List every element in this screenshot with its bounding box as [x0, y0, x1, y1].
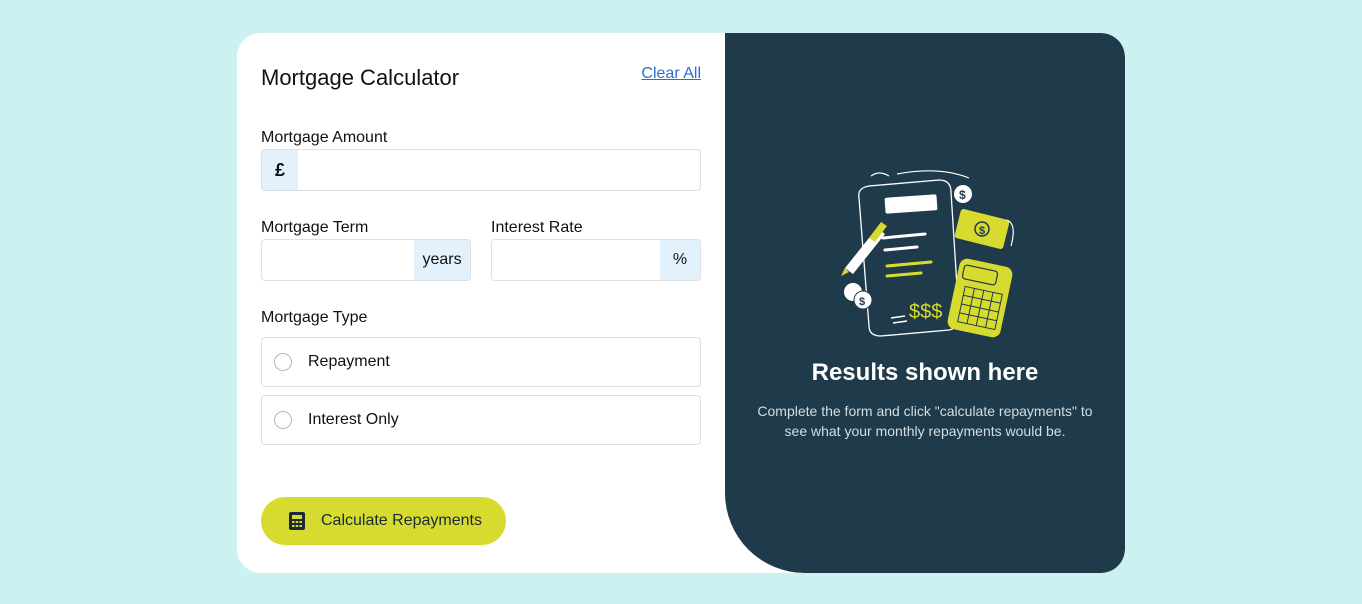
mortgage-amount-label: Mortgage Amount: [261, 129, 388, 146]
mortgage-amount-input[interactable]: [298, 150, 700, 190]
calculate-repayments-label: Calculate Repayments: [321, 512, 482, 529]
radio-option-repayment[interactable]: Repayment: [261, 337, 701, 387]
percent-suffix: %: [660, 240, 700, 280]
results-title: Results shown here: [811, 359, 1039, 386]
svg-text:$: $: [959, 188, 966, 202]
mortgage-term-input[interactable]: [262, 240, 414, 280]
results-panel: $$$ $ $ $ Results shown here Complete th…: [725, 33, 1125, 573]
mortgage-amount-field: £: [261, 149, 701, 191]
clear-all-link[interactable]: Clear All: [641, 65, 701, 83]
page-title: Mortgage Calculator: [261, 65, 460, 90]
currency-prefix: £: [262, 150, 298, 190]
calculator-card: Mortgage Calculator Clear All Mortgage A…: [237, 33, 1125, 573]
results-description: Complete the form and click "calculate r…: [757, 403, 1093, 439]
mortgage-type-label: Mortgage Type: [261, 309, 368, 326]
interest-rate-field: %: [491, 239, 701, 281]
calculator-icon: [289, 512, 305, 530]
empty-results-illustration: $$$ $ $ $: [841, 170, 1014, 338]
calculate-repayments-button[interactable]: Calculate Repayments: [261, 497, 506, 545]
radio-label-interest-only: Interest Only: [308, 411, 399, 428]
mortgage-term-field: years: [261, 239, 471, 281]
interest-rate-input[interactable]: [492, 240, 660, 280]
interest-rate-label: Interest Rate: [491, 219, 583, 236]
radio-label-repayment: Repayment: [308, 353, 390, 370]
svg-text:$: $: [859, 296, 865, 308]
mortgage-form: Mortgage Calculator Clear All Mortgage A…: [261, 33, 701, 573]
radio-circle-icon[interactable]: [274, 353, 292, 371]
svg-text:$$$: $$$: [909, 301, 942, 323]
radio-circle-icon[interactable]: [274, 411, 292, 429]
years-suffix: years: [414, 240, 470, 280]
mortgage-term-label: Mortgage Term: [261, 219, 369, 236]
radio-option-interest-only[interactable]: Interest Only: [261, 395, 701, 445]
svg-text:$: $: [979, 225, 985, 237]
